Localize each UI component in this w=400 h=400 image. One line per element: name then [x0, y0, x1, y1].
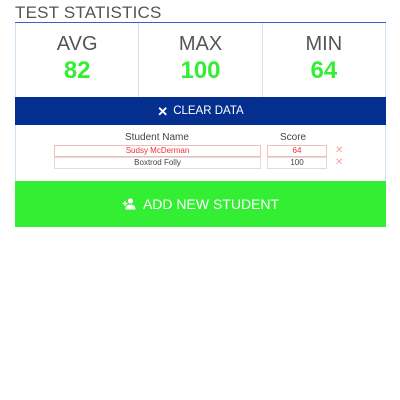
delete-icon[interactable]: ✕ [335, 145, 343, 156]
add-student-label: ADD NEW STUDENT [142, 196, 280, 212]
clear-data-button[interactable]: ✕ CLEAR DATA [15, 97, 386, 125]
min-label: MIN [305, 33, 343, 55]
table-header: Student Name Score [16, 132, 385, 145]
max-value: 100 [180, 57, 221, 84]
min-stat: MIN 64 [261, 23, 385, 97]
avg-label: AVG [56, 33, 98, 55]
statistics-app: TEST STATISTICS AVG 82 MAX 100 MIN 64 ✕ … [15, 3, 386, 227]
student-name-field[interactable]: Sudsy McDerman [54, 145, 261, 157]
max-stat: MAX 100 [138, 23, 261, 97]
student-table: Student Name Score Sudsy McDerman 64 ✕ B… [15, 125, 386, 181]
delete-icon[interactable]: ✕ [335, 157, 343, 168]
table-row: Sudsy McDerman 64 ✕ [16, 145, 385, 157]
student-name-field[interactable]: Boxtrod Folly [54, 157, 261, 169]
add-student-button[interactable]: ADD NEW STUDENT [15, 181, 386, 227]
student-name-header: Student Name [125, 132, 189, 143]
clear-data-label: CLEAR DATA [173, 105, 244, 117]
add-user-icon [122, 198, 136, 210]
table-row: Boxtrod Folly 100 ✕ [16, 157, 385, 169]
max-label: MAX [178, 33, 223, 55]
score-header: Score [280, 132, 307, 143]
close-icon: ✕ [157, 103, 169, 119]
page-title: TEST STATISTICS [15, 3, 386, 23]
score-field[interactable]: 64 [267, 145, 327, 157]
stats-panel: AVG 82 MAX 100 MIN 64 [15, 23, 386, 97]
avg-value: 82 [63, 57, 91, 84]
avg-stat: AVG 82 [16, 23, 138, 97]
score-field[interactable]: 100 [267, 157, 327, 169]
min-value: 64 [310, 57, 338, 84]
